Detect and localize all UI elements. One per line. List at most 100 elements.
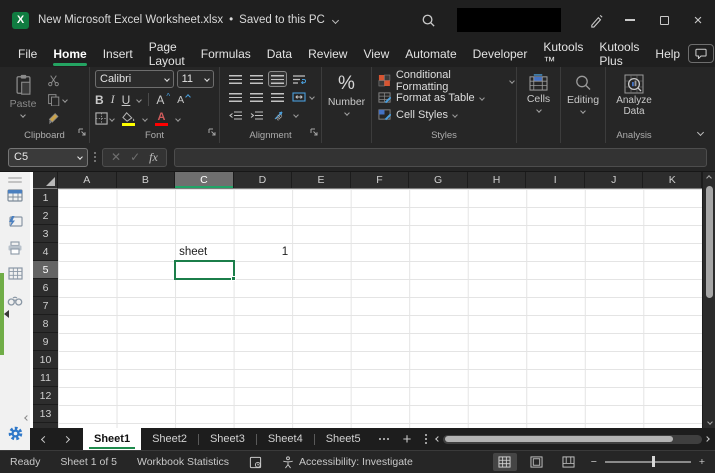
column-header-c[interactable]: C <box>175 172 234 188</box>
excel-logo-icon[interactable]: X <box>12 12 29 29</box>
normal-view-button[interactable] <box>493 453 517 471</box>
close-button[interactable]: × <box>681 0 715 40</box>
horizontal-scroll-thumb[interactable] <box>445 436 673 442</box>
font-dialog-launcher[interactable] <box>208 123 216 141</box>
page-layout-view-button[interactable] <box>525 453 549 471</box>
vertical-scrollbar[interactable] <box>702 172 715 428</box>
select-all-button[interactable] <box>33 172 58 189</box>
ribbon-tab-home[interactable]: Home <box>45 40 94 67</box>
document-title[interactable]: New Microsoft Excel Worksheet.xlsx • Sav… <box>38 14 338 26</box>
horizontal-scroll-track[interactable] <box>443 435 702 444</box>
underline-button[interactable]: U <box>122 93 131 107</box>
row-header-2[interactable]: 2 <box>33 207 58 225</box>
font-name-combobox[interactable]: Calibri <box>95 70 174 88</box>
conditional-formatting-button[interactable]: Conditional Formatting <box>374 72 514 89</box>
scroll-down-button[interactable] <box>703 416 715 428</box>
shrink-font-button[interactable]: A <box>177 94 190 106</box>
formula-input[interactable] <box>174 148 707 167</box>
sheet-options-button[interactable] <box>418 428 434 450</box>
sidebar-table-button[interactable] <box>0 263 30 289</box>
cell-d4[interactable]: 1 <box>234 243 293 261</box>
column-header-b[interactable]: B <box>117 172 176 188</box>
row-header-4[interactable]: 4 <box>33 243 58 261</box>
cancel-button[interactable]: ✕ <box>111 150 121 164</box>
sheet-tab-sheet2[interactable]: Sheet2 <box>141 428 198 450</box>
new-sheet-button[interactable]: + <box>396 428 419 450</box>
sidebar-workbook-button[interactable] <box>0 185 30 211</box>
column-header-e[interactable]: E <box>292 172 351 188</box>
ribbon-tab-page-layout[interactable]: Page Layout <box>141 40 193 67</box>
italic-button[interactable]: I <box>111 92 115 107</box>
collapse-ribbon-button[interactable] <box>697 129 704 136</box>
maximize-button[interactable] <box>647 0 681 40</box>
row-header-6[interactable]: 6 <box>33 279 58 297</box>
cells-area[interactable]: sheet1 <box>58 189 702 428</box>
formula-bar-grip[interactable] <box>94 152 96 162</box>
ribbon-tab-kutools-plus[interactable]: Kutools Plus <box>591 40 647 67</box>
scroll-right-button[interactable] <box>704 436 710 442</box>
cell-styles-button[interactable]: Cell Styles <box>374 106 514 123</box>
format-painter-button[interactable] <box>44 110 70 126</box>
selection-box[interactable] <box>174 260 235 280</box>
more-sheets-button[interactable] <box>372 428 396 450</box>
ribbon-tab-review[interactable]: Review <box>300 40 355 67</box>
grow-font-button[interactable]: A^ <box>156 93 170 107</box>
editing-button[interactable]: Editing <box>563 70 603 127</box>
align-bottom-button[interactable] <box>268 71 287 87</box>
row-header-9[interactable]: 9 <box>33 333 58 351</box>
underline-dropdown[interactable] <box>137 97 143 103</box>
cell-c4[interactable]: sheet <box>175 243 234 261</box>
column-header-j[interactable]: J <box>585 172 644 188</box>
zoom-slider-track[interactable] <box>605 461 691 463</box>
vertical-scroll-thumb[interactable] <box>706 186 713 298</box>
ribbon-tab-insert[interactable]: Insert <box>95 40 141 67</box>
decrease-indent-button[interactable] <box>226 107 245 123</box>
analyze-data-button[interactable]: Analyze Data <box>608 70 660 127</box>
comments-button[interactable] <box>688 44 714 63</box>
next-sheet-button[interactable] <box>63 435 70 442</box>
row-header-10[interactable]: 10 <box>33 351 58 369</box>
align-right-button[interactable] <box>268 89 287 105</box>
horizontal-scrollbar[interactable] <box>434 428 715 450</box>
align-center-button[interactable] <box>247 89 266 105</box>
ribbon-tab-data[interactable]: Data <box>259 40 300 67</box>
orientation-dropdown[interactable] <box>293 112 299 118</box>
column-header-g[interactable]: G <box>409 172 468 188</box>
orientation-button[interactable]: ab <box>268 107 292 123</box>
sheet-tab-sheet1[interactable]: Sheet1 <box>83 428 141 450</box>
fill-handle[interactable] <box>231 276 236 281</box>
row-header-5[interactable]: 5 <box>33 261 58 279</box>
column-header-h[interactable]: H <box>468 172 527 188</box>
merge-center-button[interactable] <box>289 89 308 105</box>
scroll-left-button[interactable] <box>436 436 442 442</box>
row-header-3[interactable]: 3 <box>33 225 58 243</box>
row-header-11[interactable]: 11 <box>33 369 58 387</box>
ribbon-tab-view[interactable]: View <box>355 40 397 67</box>
fill-color-dropdown[interactable] <box>142 116 148 122</box>
column-header-k[interactable]: K <box>643 172 702 188</box>
zoom-out-button[interactable]: − <box>591 456 597 468</box>
ink-pen-button[interactable] <box>579 0 613 40</box>
sidebar-pane-flash-button[interactable] <box>0 211 30 237</box>
fill-color-button[interactable] <box>122 112 135 126</box>
row-header-8[interactable]: 8 <box>33 315 58 333</box>
wrap-text-button[interactable] <box>289 71 308 87</box>
row-header-7[interactable]: 7 <box>33 297 58 315</box>
sheet-tab-sheet5[interactable]: Sheet5 <box>315 428 372 450</box>
increase-indent-button[interactable] <box>247 107 266 123</box>
sidebar-handle[interactable] <box>8 177 22 179</box>
number-format-button[interactable]: % Number <box>324 70 369 127</box>
sidebar-pane-arrow-icon[interactable] <box>4 310 9 318</box>
sheet-tab-sheet3[interactable]: Sheet3 <box>199 428 256 450</box>
cells-button[interactable]: Cells <box>519 70 558 127</box>
font-size-combobox[interactable]: 11 <box>177 70 214 88</box>
clipboard-dialog-launcher[interactable] <box>78 123 86 141</box>
minimize-button[interactable] <box>613 0 647 40</box>
ribbon-tab-help[interactable]: Help <box>647 40 688 67</box>
copy-button[interactable] <box>44 92 70 108</box>
workbook-statistics-button[interactable]: Workbook Statistics <box>127 451 239 473</box>
align-middle-button[interactable] <box>247 71 266 87</box>
row-header-13[interactable]: 13 <box>33 405 58 423</box>
enter-button[interactable]: ✓ <box>130 150 140 164</box>
alignment-dialog-launcher[interactable] <box>310 123 318 141</box>
